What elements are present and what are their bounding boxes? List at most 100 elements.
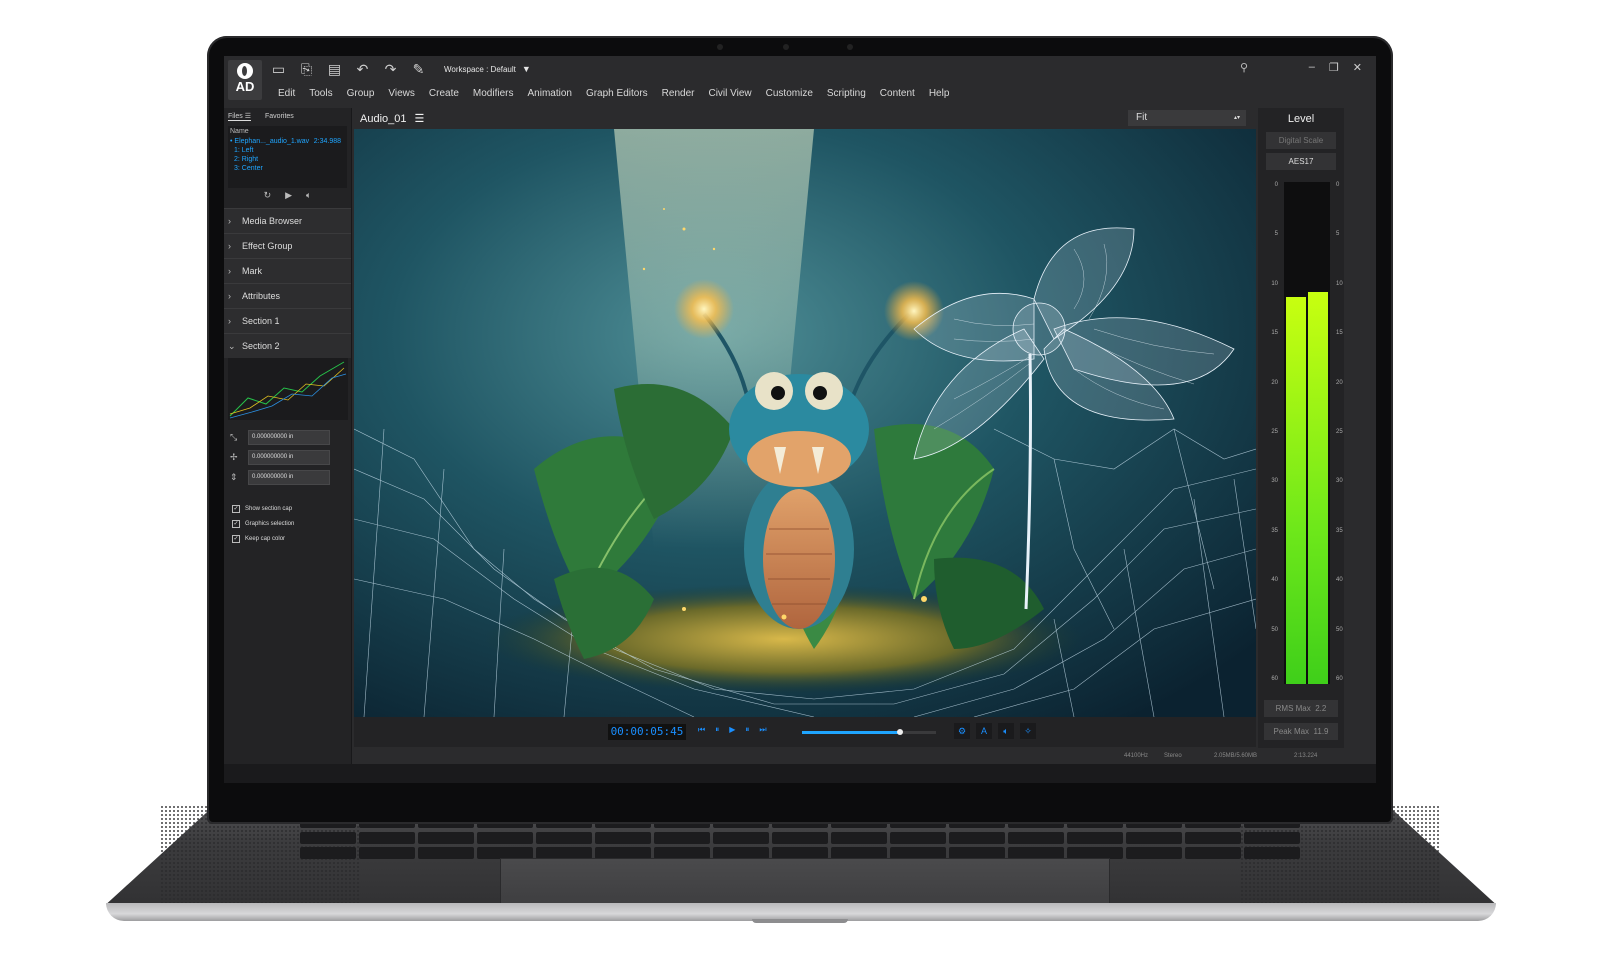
settings-icon[interactable]: ⚙ xyxy=(954,723,970,739)
volume-icon[interactable]: 🔈︎ xyxy=(306,190,311,204)
curve-graph[interactable] xyxy=(228,358,348,420)
section-media-browser[interactable]: › Media Browser xyxy=(224,208,351,233)
aes17-button[interactable]: AES17 xyxy=(1266,153,1336,170)
redo-icon[interactable]: ↷ xyxy=(382,61,399,78)
search-icon[interactable]: ⚲ xyxy=(1240,61,1248,74)
play-icon[interactable]: ▶ xyxy=(729,725,735,735)
rms-label: RMS Max xyxy=(1275,704,1311,713)
section-mark[interactable]: › Mark xyxy=(224,258,351,283)
keyboard-key xyxy=(890,831,946,844)
render-viewport[interactable] xyxy=(354,129,1256,717)
save-icon[interactable]: ▤ xyxy=(326,61,343,78)
keyboard-key xyxy=(359,831,415,844)
quick-access-toolbar: ▭ ⎘ ▤ ↶ ↷ ✎ xyxy=(270,61,427,78)
meter-tick-label: 35 xyxy=(1271,527,1278,534)
channel-row[interactable]: 1: Left xyxy=(228,146,347,155)
chevron-right-icon: › xyxy=(228,216,231,226)
menu-help[interactable]: Help xyxy=(922,88,957,99)
meter-tick-label: 25 xyxy=(1271,429,1278,435)
folder-open-icon[interactable]: ▭ xyxy=(270,61,287,78)
text-tool-button[interactable]: A xyxy=(976,723,992,739)
step-back-icon[interactable]: ⏸ xyxy=(715,725,719,735)
restore-icon[interactable]: ❐ xyxy=(1329,61,1339,74)
file-row[interactable]: • Elephan..._audio_1.wav 2:34.988 xyxy=(228,137,347,146)
field-row: ✢ 0.000000000 in xyxy=(224,447,351,467)
magic-wand-icon[interactable]: ✧ xyxy=(1020,723,1036,739)
meter-tick-label: 20 xyxy=(1336,379,1343,386)
menu-views[interactable]: Views xyxy=(381,88,422,99)
section-effect-group[interactable]: › Effect Group xyxy=(224,233,351,258)
chevron-right-icon: › xyxy=(228,316,231,326)
digital-scale-button[interactable]: Digital Scale xyxy=(1266,132,1336,149)
meter-tick-label: 60 xyxy=(1336,676,1343,682)
chevron-up-down-icon: ▴▾ xyxy=(1233,115,1240,121)
menu-customize[interactable]: Customize xyxy=(759,88,820,99)
step-forward-icon[interactable]: ⏸ xyxy=(745,725,749,735)
coordinate-fields: ⤡ 0.000000000 in ✢ 0.000000000 in ⇕ 0.00000… xyxy=(224,427,351,487)
menu-scripting[interactable]: Scripting xyxy=(820,88,873,99)
menu-animation[interactable]: Animation xyxy=(520,88,578,99)
tab-favorites[interactable]: Favorites xyxy=(265,113,294,120)
loop-icon[interactable]: ↻ xyxy=(264,190,272,204)
coordinate-input[interactable]: 0.000000000 in xyxy=(248,449,330,465)
checkmark-icon: ✓ xyxy=(232,519,240,528)
progress-handle[interactable] xyxy=(896,729,903,735)
meter-tick-label: 30 xyxy=(1271,478,1278,485)
keyboard-key xyxy=(477,831,533,844)
menu-render[interactable]: Render xyxy=(655,88,702,99)
menu-civil-view[interactable]: Civil View xyxy=(701,88,758,99)
menu-group[interactable]: Group xyxy=(340,88,382,99)
edit-file-icon[interactable]: ✎ xyxy=(410,61,427,78)
workspace-label: Workspace : Default xyxy=(444,65,516,74)
channel-row[interactable]: 3: Center xyxy=(228,164,347,173)
opening-notch xyxy=(752,919,848,923)
status-bar: 44100Hz Stereo 2.05MB/5.60MB 2:13.224 xyxy=(354,750,1376,764)
playback-progress[interactable] xyxy=(802,729,936,735)
menu-create[interactable]: Create xyxy=(422,88,466,99)
app-logo[interactable]: AD xyxy=(228,60,262,100)
close-icon[interactable]: ✕ xyxy=(1353,61,1362,74)
meter-tick-label: 60 xyxy=(1271,676,1278,682)
graphics-selection-checkbox[interactable]: ✓ Graphics selection xyxy=(224,516,351,531)
left-channel-bar xyxy=(1286,297,1306,684)
play-icon[interactable]: ▶ xyxy=(285,190,292,204)
keyboard-key xyxy=(536,831,592,844)
keyboard-key xyxy=(418,831,474,844)
workspace-dropdown[interactable]: Workspace : Default ▼ xyxy=(444,64,531,74)
coordinate-input[interactable]: 0.000000000 in xyxy=(248,469,330,485)
section-attributes[interactable]: › Attributes xyxy=(224,283,351,308)
menu-tools[interactable]: Tools xyxy=(302,88,339,99)
keep-cap-color-checkbox[interactable]: ✓ Keep cap color xyxy=(224,531,351,546)
keyboard-key xyxy=(595,831,651,844)
screen-bezel-bottom xyxy=(224,783,1376,791)
show-section-cap-checkbox[interactable]: ✓ Show section cap xyxy=(224,501,351,516)
section-1[interactable]: › Section 1 xyxy=(224,308,351,333)
hamburger-menu-icon[interactable]: ☰ xyxy=(415,113,425,125)
menu-modifiers[interactable]: Modifiers xyxy=(466,88,521,99)
section-2[interactable]: ⌄ Section 2 xyxy=(224,333,351,358)
keyboard-key xyxy=(1126,831,1182,844)
zoom-value: Fit xyxy=(1136,112,1148,123)
coordinate-input[interactable]: 0.000000000 in xyxy=(248,429,330,445)
menu-content[interactable]: Content xyxy=(873,88,922,99)
minimize-icon[interactable]: – xyxy=(1309,61,1315,74)
zoom-select[interactable]: Fit ▴▾ xyxy=(1128,110,1246,126)
meter-tick-label: 35 xyxy=(1336,527,1343,534)
keyboard-key xyxy=(831,831,887,844)
logo-mark-icon xyxy=(237,63,253,79)
new-file-icon[interactable]: ⎘ xyxy=(298,61,315,78)
meter-tick-label: 25 xyxy=(1336,429,1343,435)
undo-icon[interactable]: ↶ xyxy=(354,61,371,78)
tab-files[interactable]: Files ☰ xyxy=(228,112,252,121)
skip-end-icon[interactable]: ⏭ xyxy=(759,725,766,735)
menu-edit[interactable]: Edit xyxy=(271,88,302,99)
keyboard-key xyxy=(1244,847,1300,860)
timecode-display[interactable]: 00:00:05:45 xyxy=(608,724,686,740)
menu-graph-editors[interactable]: Graph Editors xyxy=(579,88,655,99)
field-row: ⤡ 0.000000000 in xyxy=(224,427,351,447)
skip-start-icon[interactable]: ⏮ xyxy=(698,725,705,735)
meter-tick-label: 15 xyxy=(1271,330,1278,337)
channel-row[interactable]: 2: Right xyxy=(228,155,347,164)
total-time: 2:13.224 xyxy=(1294,753,1318,759)
audio-icon[interactable]: 🔈︎ xyxy=(998,723,1014,739)
